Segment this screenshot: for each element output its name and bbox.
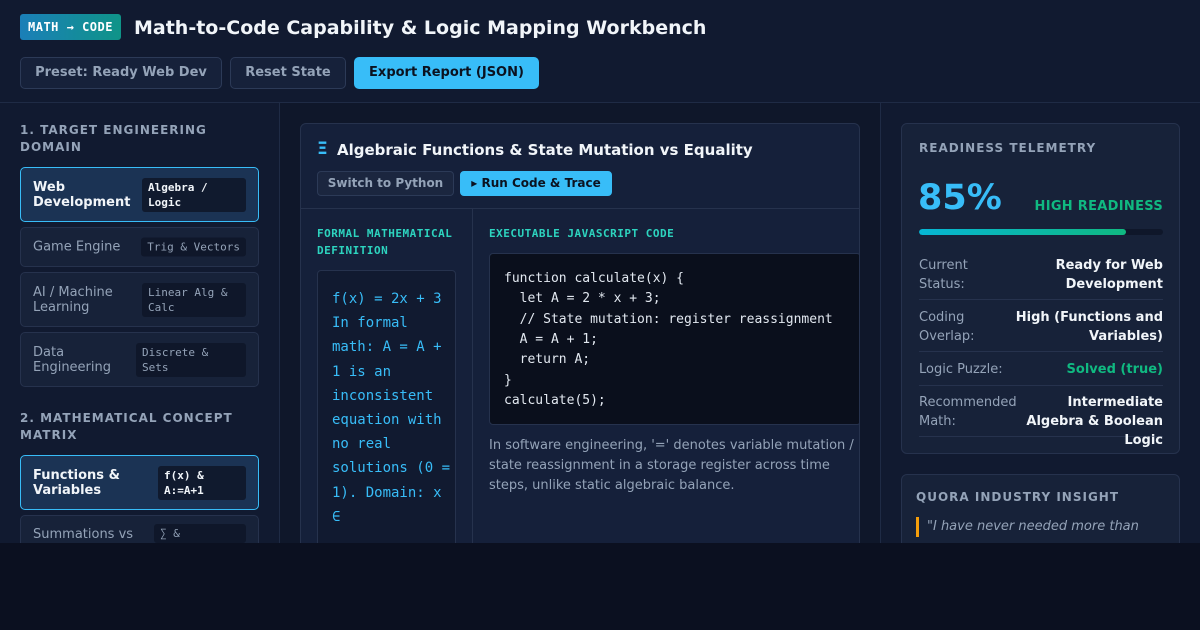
concept-option-label: Summations vs (33, 527, 134, 542)
run-code-button[interactable]: ▸ Run Code & Trace (460, 171, 612, 196)
concept-section-title: 2. MATHEMATICAL CONCEPT MATRIX (20, 411, 233, 442)
readiness-card: READINESS TELEMETRY 85% HIGH READINESS C… (901, 123, 1180, 454)
row-value: Intermediate Algebra & Boolean Logic (1026, 395, 1163, 448)
domain-option-label: Data Engineering (33, 344, 111, 375)
domain-option-label: AI / Machine Learning (33, 284, 113, 315)
telemetry-row-status: Current Status: Ready for Web Developmen… (919, 256, 1163, 300)
insight-card: QUORA INDUSTRY INSIGHT "I have never nee… (901, 474, 1180, 543)
code-line: calculate(5); (504, 393, 606, 408)
readiness-status: HIGH READINESS (1034, 199, 1163, 214)
xi-icon: Ξ (317, 139, 328, 159)
reset-button[interactable]: Reset State (230, 57, 346, 89)
header: MATH → CODE Math-to-Code Capability & Lo… (0, 0, 1200, 103)
math-definition-text: f(x) = 2x + 3 In formal math: A = A + 1 … (332, 291, 451, 525)
math-definition-box: f(x) = 2x + 3 In formal math: A = A + 1 … (317, 270, 456, 543)
code-line: let A = 2 * x + 3; (504, 291, 661, 306)
main-panel: Ξ Algebraic Functions & State Mutation v… (280, 103, 880, 543)
bottom-band (0, 543, 1200, 630)
row-value: Ready for Web Development (1055, 258, 1163, 292)
row-key: Recommended Math: (919, 395, 1017, 429)
code-explanation: In software engineering, '=' denotes var… (489, 438, 854, 493)
domain-option-tag: Discrete & Sets (136, 342, 246, 377)
card-header: Ξ Algebraic Functions & State Mutation v… (301, 124, 859, 209)
switch-python-button[interactable]: Switch to Python (317, 171, 454, 196)
code-editor[interactable]: function calculate(x) { let A = 2 * x + … (489, 253, 859, 425)
export-button[interactable]: Export Report (JSON) (354, 57, 539, 89)
card-title: Algebraic Functions & State Mutation vs … (337, 141, 753, 159)
readiness-progress-fill (919, 229, 1127, 235)
concept-option-tag: ∑ & (154, 524, 246, 543)
row-key: Logic Puzzle: (919, 362, 1003, 377)
code-column-label: EXECUTABLE JAVASCRIPT CODE (489, 227, 675, 240)
domain-option-tag: Algebra / Logic (142, 177, 246, 212)
concept-option-summations[interactable]: Summations vs ∑ & (20, 515, 259, 543)
page-title: Math-to-Code Capability & Logic Mapping … (134, 17, 707, 39)
math-column: FORMAL MATHEMATICAL DEFINITION f(x) = 2x… (301, 209, 473, 543)
concept-option-functions[interactable]: Functions & Variables f(x) & A:=A+1 (20, 455, 259, 510)
code-line: A = A + 1; (504, 332, 598, 347)
domain-section-title: 1. TARGET ENGINEERING DOMAIN (20, 123, 207, 154)
code-line: } (504, 373, 512, 388)
row-key: Current Status: (919, 258, 968, 292)
workbench-app: MATH → CODE Math-to-Code Capability & Lo… (0, 0, 1200, 543)
row-key: Coding Overlap: (919, 310, 975, 344)
brand-badge: MATH → CODE (20, 14, 121, 40)
insight-quote: "I have never needed more than (916, 517, 1166, 537)
row-value: Solved (true) (1066, 362, 1163, 377)
code-line: function calculate(x) { (504, 271, 685, 286)
domain-option-tag: Trig & Vectors (141, 237, 246, 257)
readiness-progress-bar (919, 229, 1163, 235)
domain-option-ai-ml[interactable]: AI / Machine Learning Linear Alg & Calc (20, 272, 259, 327)
telemetry-title: READINESS TELEMETRY (919, 141, 1097, 155)
domain-option-tag: Linear Alg & Calc (142, 282, 246, 317)
concept-option-tag: f(x) & A:=A+1 (158, 465, 246, 500)
telemetry-row-recommended: Recommended Math: Intermediate Algebra &… (919, 393, 1163, 448)
preset-button[interactable]: Preset: Ready Web Dev (20, 57, 222, 89)
domain-option-web-development[interactable]: Web Development Algebra / Logic (20, 167, 259, 222)
readiness-percent: 85% (918, 178, 1002, 218)
math-column-label: FORMAL MATHEMATICAL DEFINITION (317, 227, 453, 257)
domain-option-label: Web Development (33, 179, 131, 210)
telemetry-row-overlap: Coding Overlap: High (Functions and Vari… (919, 308, 1163, 352)
concept-option-label: Functions & Variables (33, 467, 120, 498)
concept-card: Ξ Algebraic Functions & State Mutation v… (300, 123, 860, 543)
domain-option-game-engine[interactable]: Game Engine Trig & Vectors (20, 227, 259, 267)
sidebar: 1. TARGET ENGINEERING DOMAIN Web Develop… (0, 103, 280, 543)
code-column: EXECUTABLE JAVASCRIPT CODE function calc… (473, 209, 859, 543)
row-value: High (Functions and Variables) (1015, 310, 1163, 344)
telemetry-panel: READINESS TELEMETRY 85% HIGH READINESS C… (880, 103, 1200, 543)
domain-option-label: Game Engine (33, 239, 121, 255)
insight-title: QUORA INDUSTRY INSIGHT (916, 490, 1120, 504)
code-line: return A; (504, 352, 591, 367)
domain-option-data-engineering[interactable]: Data Engineering Discrete & Sets (20, 332, 259, 387)
code-line: // State mutation: register reassignment (504, 312, 833, 327)
telemetry-row-logic: Logic Puzzle: Solved (true) (919, 360, 1163, 386)
